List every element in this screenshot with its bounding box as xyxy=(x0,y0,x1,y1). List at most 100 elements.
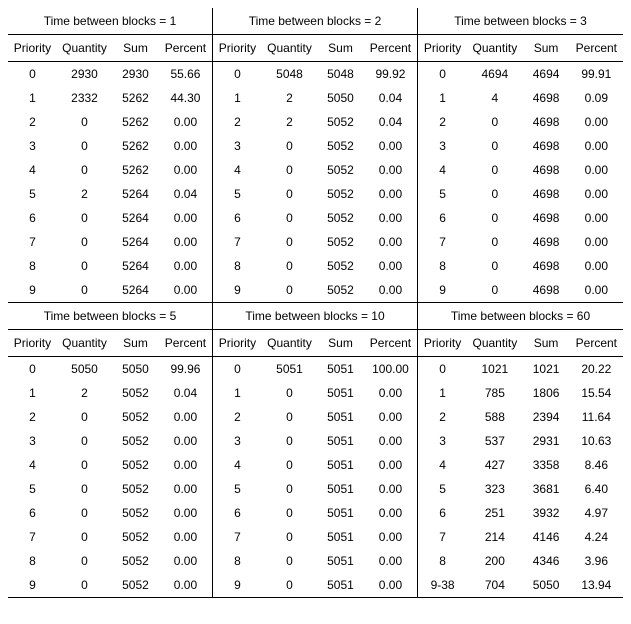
col-header-priority: Priority xyxy=(213,35,262,62)
cell-sum: 5051 xyxy=(317,477,364,501)
cell-priority: 5 xyxy=(8,182,57,206)
cell-sum: 2931 xyxy=(523,429,570,453)
cell-quantity: 2930 xyxy=(57,62,112,87)
cell-percent: 99.92 xyxy=(364,62,417,87)
cell-quantity: 0 xyxy=(57,405,112,429)
cell-percent: 0.00 xyxy=(159,477,212,501)
table-row: 3537293110.63 xyxy=(418,429,623,453)
cell-quantity: 251 xyxy=(467,501,522,525)
cell-percent: 0.00 xyxy=(159,110,212,134)
cell-priority: 6 xyxy=(8,501,57,525)
cell-quantity: 0 xyxy=(262,477,317,501)
cell-sum: 5052 xyxy=(112,549,159,573)
cell-sum: 5051 xyxy=(317,549,364,573)
cell-priority: 7 xyxy=(213,525,262,549)
cell-quantity: 0 xyxy=(262,134,317,158)
col-header-percent: Percent xyxy=(364,330,417,357)
cell-percent: 0.00 xyxy=(159,453,212,477)
cell-priority: 5 xyxy=(418,477,467,501)
cell-sum: 4346 xyxy=(523,549,570,573)
cell-quantity: 2 xyxy=(262,110,317,134)
table-row: 9050510.00 xyxy=(213,573,417,598)
table-row: 3052620.00 xyxy=(8,134,212,158)
cell-quantity: 0 xyxy=(57,477,112,501)
cell-sum: 2930 xyxy=(112,62,159,87)
col-header-sum: Sum xyxy=(112,330,159,357)
data-table: PriorityQuantitySumPercent02930293055.66… xyxy=(8,35,212,303)
cell-sum: 4146 xyxy=(523,525,570,549)
cell-sum: 3681 xyxy=(523,477,570,501)
table-row: 1050510.00 xyxy=(213,381,417,405)
cell-quantity: 1021 xyxy=(467,357,522,382)
table-row: 442733588.46 xyxy=(418,453,623,477)
cell-percent: 0.00 xyxy=(570,158,623,182)
table-row: 4050510.00 xyxy=(213,453,417,477)
table-row: 7050520.00 xyxy=(213,230,417,254)
cell-sum: 5052 xyxy=(317,158,364,182)
cell-sum: 5051 xyxy=(317,573,364,598)
cell-percent: 0.00 xyxy=(364,158,417,182)
block-title: Time between blocks = 3 xyxy=(418,8,623,35)
cell-quantity: 0 xyxy=(57,206,112,230)
col-header-priority: Priority xyxy=(418,35,467,62)
data-table: PriorityQuantitySumPercent05050505099.96… xyxy=(8,330,212,598)
cell-priority: 1 xyxy=(213,86,262,110)
col-header-quantity: Quantity xyxy=(467,330,522,357)
cell-priority: 3 xyxy=(8,134,57,158)
col-header-priority: Priority xyxy=(418,330,467,357)
cell-quantity: 5050 xyxy=(57,357,112,382)
cell-priority: 0 xyxy=(8,357,57,382)
table-row: 4046980.00 xyxy=(418,158,623,182)
col-header-percent: Percent xyxy=(364,35,417,62)
cell-priority: 9 xyxy=(213,278,262,303)
col-header-quantity: Quantity xyxy=(57,330,112,357)
table-row: 721441464.24 xyxy=(418,525,623,549)
cell-quantity: 0 xyxy=(262,381,317,405)
cell-priority: 9 xyxy=(213,573,262,598)
cell-quantity: 0 xyxy=(262,230,317,254)
cell-sum: 4698 xyxy=(523,230,570,254)
cell-sum: 5052 xyxy=(317,230,364,254)
cell-priority: 9-38 xyxy=(418,573,467,598)
cell-quantity: 0 xyxy=(262,158,317,182)
cell-percent: 55.66 xyxy=(159,62,212,87)
table-row: 8050510.00 xyxy=(213,549,417,573)
cell-quantity: 0 xyxy=(57,158,112,182)
cell-priority: 6 xyxy=(8,206,57,230)
cell-priority: 5 xyxy=(8,477,57,501)
table-row: 4050520.00 xyxy=(8,453,212,477)
cell-percent: 0.00 xyxy=(364,134,417,158)
cell-percent: 0.04 xyxy=(159,381,212,405)
cell-percent: 0.00 xyxy=(159,501,212,525)
col-header-sum: Sum xyxy=(317,330,364,357)
cell-sum: 5262 xyxy=(112,110,159,134)
cell-quantity: 0 xyxy=(262,429,317,453)
cell-priority: 2 xyxy=(213,405,262,429)
cell-percent: 4.24 xyxy=(570,525,623,549)
cell-quantity: 0 xyxy=(57,573,112,598)
table-row: 8050520.00 xyxy=(213,254,417,278)
cell-sum: 4698 xyxy=(523,158,570,182)
cell-quantity: 0 xyxy=(262,573,317,598)
cell-priority: 6 xyxy=(213,501,262,525)
cell-sum: 5051 xyxy=(317,429,364,453)
table-row: 1785180615.54 xyxy=(418,381,623,405)
cell-sum: 4698 xyxy=(523,134,570,158)
cell-percent: 0.00 xyxy=(159,549,212,573)
col-header-sum: Sum xyxy=(317,35,364,62)
cell-sum: 5052 xyxy=(112,429,159,453)
table-row: 9050520.00 xyxy=(213,278,417,303)
cell-quantity: 0 xyxy=(57,110,112,134)
table-row: 532336816.40 xyxy=(418,477,623,501)
cell-quantity: 0 xyxy=(57,525,112,549)
cell-sum: 5051 xyxy=(317,381,364,405)
cell-percent: 0.00 xyxy=(364,549,417,573)
cell-sum: 5050 xyxy=(317,86,364,110)
col-header-priority: Priority xyxy=(213,330,262,357)
table-block: Time between blocks = 1PriorityQuantityS… xyxy=(8,8,213,303)
table-block: Time between blocks = 2PriorityQuantityS… xyxy=(213,8,418,303)
cell-priority: 0 xyxy=(418,62,467,87)
table-block: Time between blocks = 5PriorityQuantityS… xyxy=(8,303,213,598)
table-row: 2046980.00 xyxy=(418,110,623,134)
cell-sum: 4698 xyxy=(523,86,570,110)
